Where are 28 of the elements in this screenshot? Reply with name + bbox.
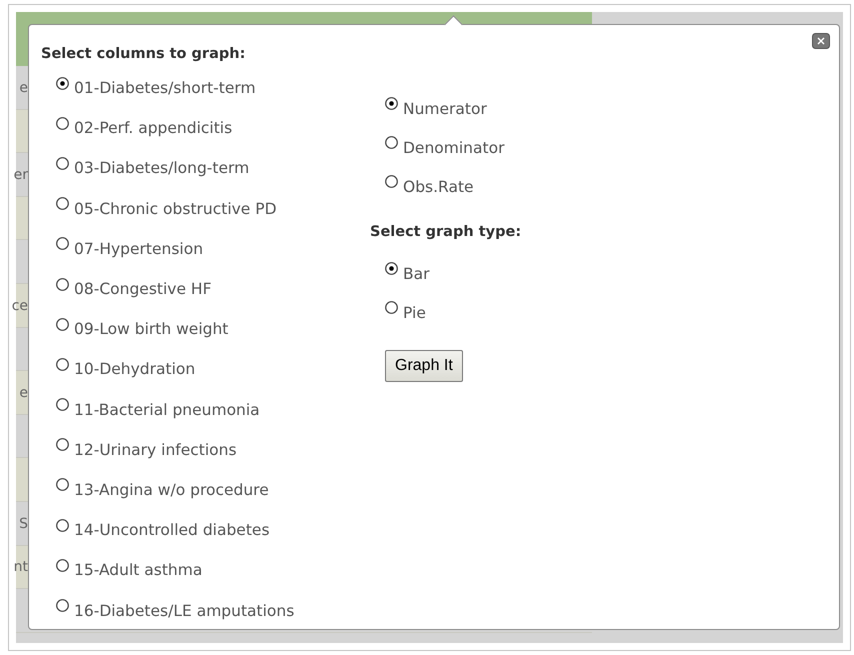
option-label: 03-Diabetes/long-term: [74, 159, 250, 178]
option-label: Denominator: [403, 138, 504, 156]
option-label: 14-Uncontrolled diabetes: [74, 521, 270, 540]
option-label: 08-Congestive HF: [74, 280, 212, 298]
option-label: 15-Adult asthma: [74, 561, 202, 580]
option-label: 01-Diabetes/short-term: [74, 79, 256, 98]
option-label: 09-Low birth weight: [74, 320, 228, 338]
table-cell-text: e: [18, 384, 28, 401]
option-label: Obs.Rate: [403, 178, 474, 196]
option-label: Pie: [403, 304, 426, 322]
option-label: 11-Bacterial pneumonia: [74, 400, 260, 419]
section-title: Select graph type:: [370, 224, 522, 240]
graph-it-button[interactable]: Graph It: [385, 350, 463, 382]
table-cell-text: S: [18, 516, 28, 532]
table-cell-text: nt: [12, 559, 28, 576]
option-label: 12-Urinary infections: [74, 440, 237, 459]
option-label: Bar: [403, 264, 430, 282]
option-label: 02-Perf. appendicitis: [74, 119, 232, 138]
table-cell-text: e: [18, 80, 28, 96]
table-cell-text: er: [12, 166, 28, 183]
option-label: Numerator: [403, 100, 487, 118]
option-label: 16-Diabetes/LE amputations: [74, 602, 294, 620]
option-label: 13-Angina w/o procedure: [74, 480, 269, 499]
section-title: Select columns to graph:: [41, 46, 246, 62]
option-label: 05-Chronic obstructive PD: [74, 200, 277, 218]
option-label: 07-Hypertension: [74, 240, 204, 258]
table-cell-text: ce: [10, 298, 28, 314]
option-label: 10-Dehydration: [74, 360, 196, 378]
